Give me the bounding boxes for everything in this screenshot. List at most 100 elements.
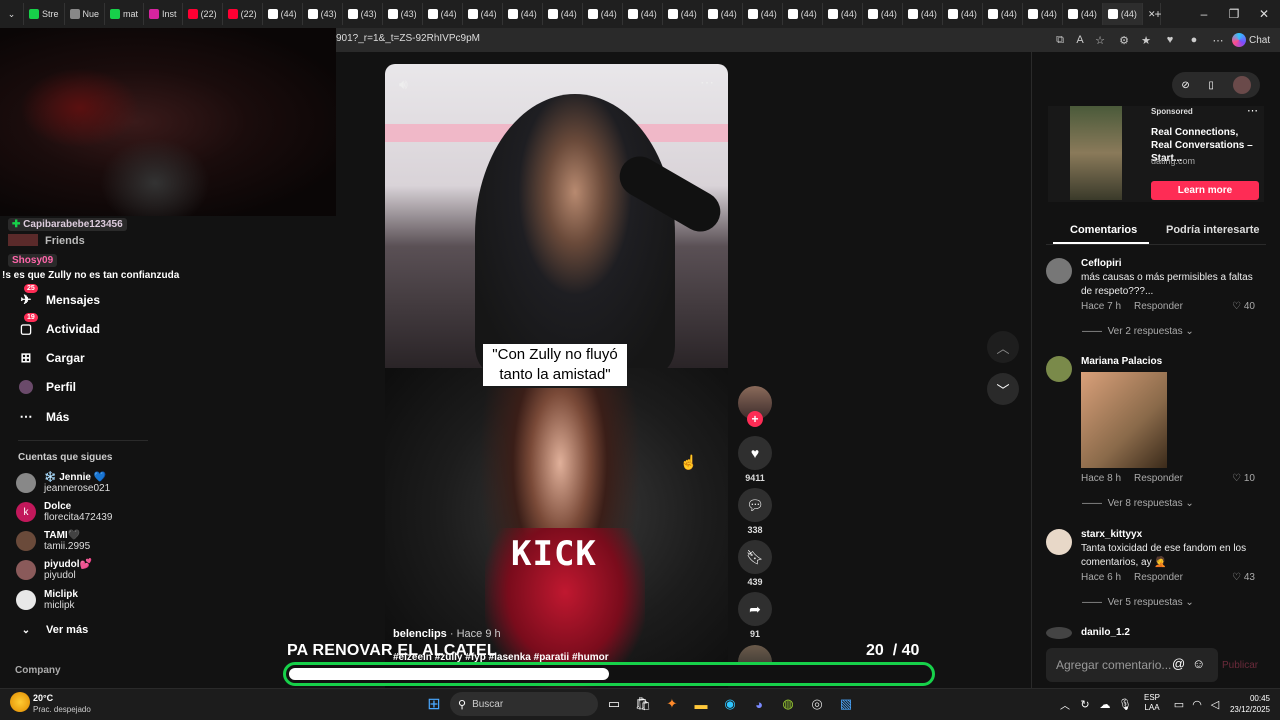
browser-tab[interactable]: (44) xyxy=(583,3,623,25)
publish-button[interactable]: Publicar xyxy=(1222,660,1258,671)
browser-tab[interactable]: (44) xyxy=(463,3,503,25)
following-item[interactable]: ❄️ Jennie 💙 jeannerose021 xyxy=(16,472,110,494)
following-item[interactable]: piyudol💕 piyudol xyxy=(16,559,92,581)
browser-tab[interactable]: (43) xyxy=(303,3,343,25)
browser-tab[interactable]: (22) xyxy=(183,3,223,25)
browser-tab[interactable]: (44) xyxy=(743,3,783,25)
weather-icon[interactable] xyxy=(10,692,30,712)
task-view-icon[interactable]: ▭ xyxy=(603,694,625,714)
profile-avatar-icon[interactable]: ● xyxy=(1186,32,1202,48)
view-replies-link[interactable]: —— Ver 8 respuestas ⌄ xyxy=(1082,498,1194,509)
nav-cargar[interactable]: ⊞ Cargar xyxy=(18,350,85,366)
volume-icon[interactable]: 🔊︎ xyxy=(399,76,408,93)
download-icon[interactable]: ⊘ xyxy=(1181,80,1189,91)
copilot-chat-button[interactable]: Chat xyxy=(1232,31,1270,49)
follow-plus-icon[interactable]: + xyxy=(747,411,763,427)
translate-icon[interactable]: A xyxy=(1072,32,1088,48)
weather-temp[interactable]: 20°C xyxy=(33,693,53,703)
obs-icon[interactable]: ◎ xyxy=(806,694,828,714)
browser-tab[interactable]: (44) xyxy=(1063,3,1103,25)
user-avatar-icon[interactable] xyxy=(1232,76,1251,94)
nav-actividad[interactable]: ▢ 19 Actividad xyxy=(18,313,100,337)
mention-icon[interactable]: @ xyxy=(1172,656,1185,671)
photos-icon[interactable]: ▧ xyxy=(835,694,857,714)
browser-tab[interactable]: (44) xyxy=(983,3,1023,25)
language-indicator[interactable]: ESP LAA xyxy=(1144,693,1160,713)
start-windows-icon[interactable]: ⊞ xyxy=(423,694,445,714)
nav-mensajes[interactable]: ✈ 25 Mensajes xyxy=(18,284,100,308)
browser-tab[interactable]: (44) xyxy=(1023,3,1063,25)
file-explorer-icon[interactable]: ▬ xyxy=(690,694,712,714)
phone-icon[interactable]: ▯ xyxy=(1208,80,1214,91)
browser-tab[interactable]: (44) xyxy=(543,3,583,25)
open-app-icon[interactable]: ⧉ xyxy=(1052,32,1068,48)
browser-tab[interactable]: Nue xyxy=(65,3,106,25)
nav-perfil[interactable]: Perfil xyxy=(18,379,76,395)
like-comment-button[interactable]: ♡ 10 xyxy=(1232,473,1255,484)
tab-comments[interactable]: Comentarios xyxy=(1070,224,1137,236)
url-field[interactable]: 901?_r=1&_t=ZS-92RhIVPc9pM xyxy=(336,33,480,44)
comment-user[interactable]: Ceflopiri xyxy=(1081,258,1122,269)
tab-interest[interactable]: Podría interesarte xyxy=(1166,224,1260,236)
browser-tab[interactable]: (22) xyxy=(223,3,263,25)
comment-user[interactable]: starx_kittyyx xyxy=(1081,529,1142,540)
taskbar-search[interactable]: ⚲ Buscar xyxy=(450,692,598,716)
avatar[interactable] xyxy=(1046,529,1072,555)
volume-tray-icon[interactable]: ◁ xyxy=(1204,694,1226,714)
browser-tab[interactable]: (44) xyxy=(703,3,743,25)
ad-more-icon[interactable]: ⋯ xyxy=(1247,104,1258,117)
friends-label[interactable]: Friends xyxy=(45,235,85,247)
browser-tab[interactable]: (44) xyxy=(663,3,703,25)
discord-icon[interactable]: ◕ xyxy=(748,694,770,714)
video-author[interactable]: belenclips · Hace 9 h xyxy=(393,628,501,640)
copilot-taskbar-icon[interactable]: ✦ xyxy=(661,694,683,714)
video-player[interactable]: "Con Zully no fluyó tanto la amistad" KI… xyxy=(385,64,728,688)
clock[interactable]: 00:45 23/12/2025 xyxy=(1226,693,1270,715)
avatar[interactable] xyxy=(1046,627,1072,639)
view-replies-link[interactable]: —— Ver 2 respuestas ⌄ xyxy=(1082,326,1194,337)
previous-video-button[interactable]: ︿ xyxy=(987,331,1019,363)
tab-menu-button[interactable]: ⌄ xyxy=(0,3,24,25)
browser-tab[interactable]: (43) xyxy=(343,3,383,25)
tray-chevron-up-icon[interactable]: ︿ xyxy=(1054,694,1076,714)
following-item[interactable]: k Dolce florecita472439 xyxy=(16,501,112,523)
like-button[interactable]: ♥ xyxy=(738,436,772,470)
next-video-button[interactable]: ﹀ xyxy=(987,373,1019,405)
following-item[interactable]: Miclipk miclipk xyxy=(16,589,78,611)
browser-tab[interactable]: (43) xyxy=(383,3,423,25)
company-link[interactable]: Company xyxy=(15,665,61,676)
browser-tab[interactable]: (44) xyxy=(623,3,663,25)
extensions-icon[interactable]: ⚙ xyxy=(1116,32,1132,48)
like-comment-button[interactable]: ♡ 43 xyxy=(1232,572,1255,583)
avatar[interactable] xyxy=(1046,258,1072,284)
comment-image[interactable] xyxy=(1081,372,1167,468)
comment-user[interactable]: danilo_1.2 xyxy=(1081,627,1130,638)
favorite-star-icon[interactable]: ☆ xyxy=(1092,32,1108,48)
see-more-link[interactable]: ⌄ Ver más xyxy=(18,622,88,638)
store-icon[interactable]: 🛍︎ xyxy=(632,694,654,714)
favorites-icon[interactable]: ★ xyxy=(1138,32,1154,48)
browser-essentials-icon[interactable]: ♥ xyxy=(1162,32,1178,48)
maximize-button[interactable]: ❐ xyxy=(1218,0,1250,28)
following-item[interactable]: TAMI🖤 tamii.2995 xyxy=(16,530,90,552)
browser-tab[interactable]: (44) xyxy=(903,3,943,25)
browser-tab[interactable]: mat xyxy=(105,3,145,25)
author-name[interactable]: belenclips xyxy=(393,628,447,640)
emoji-icon[interactable]: ☺ xyxy=(1192,656,1205,671)
onedrive-icon[interactable]: ☁ xyxy=(1094,694,1116,714)
tray-app-icon[interactable]: ↻ xyxy=(1074,694,1096,714)
video-more-icon[interactable]: ⋯ xyxy=(700,74,714,91)
share-button[interactable]: ➦ xyxy=(738,592,772,626)
browser-tab[interactable]: (44) xyxy=(863,3,903,25)
app-icon[interactable]: ◍ xyxy=(777,694,799,714)
nav-mas[interactable]: ⋯ Más xyxy=(18,409,70,425)
close-window-button[interactable]: ✕ xyxy=(1248,0,1280,28)
view-replies-link[interactable]: —— Ver 5 respuestas ⌄ xyxy=(1082,597,1194,608)
browser-tab[interactable]: (44) xyxy=(943,3,983,25)
browser-tab[interactable]: (44) xyxy=(783,3,823,25)
browser-tab[interactable]: (44) xyxy=(1102,3,1143,25)
comment-user[interactable]: Mariana Palacios xyxy=(1081,356,1162,367)
browser-tab[interactable]: (44) xyxy=(823,3,863,25)
browser-tab[interactable]: Inst xyxy=(144,3,183,25)
reply-button[interactable]: Responder xyxy=(1134,473,1183,484)
